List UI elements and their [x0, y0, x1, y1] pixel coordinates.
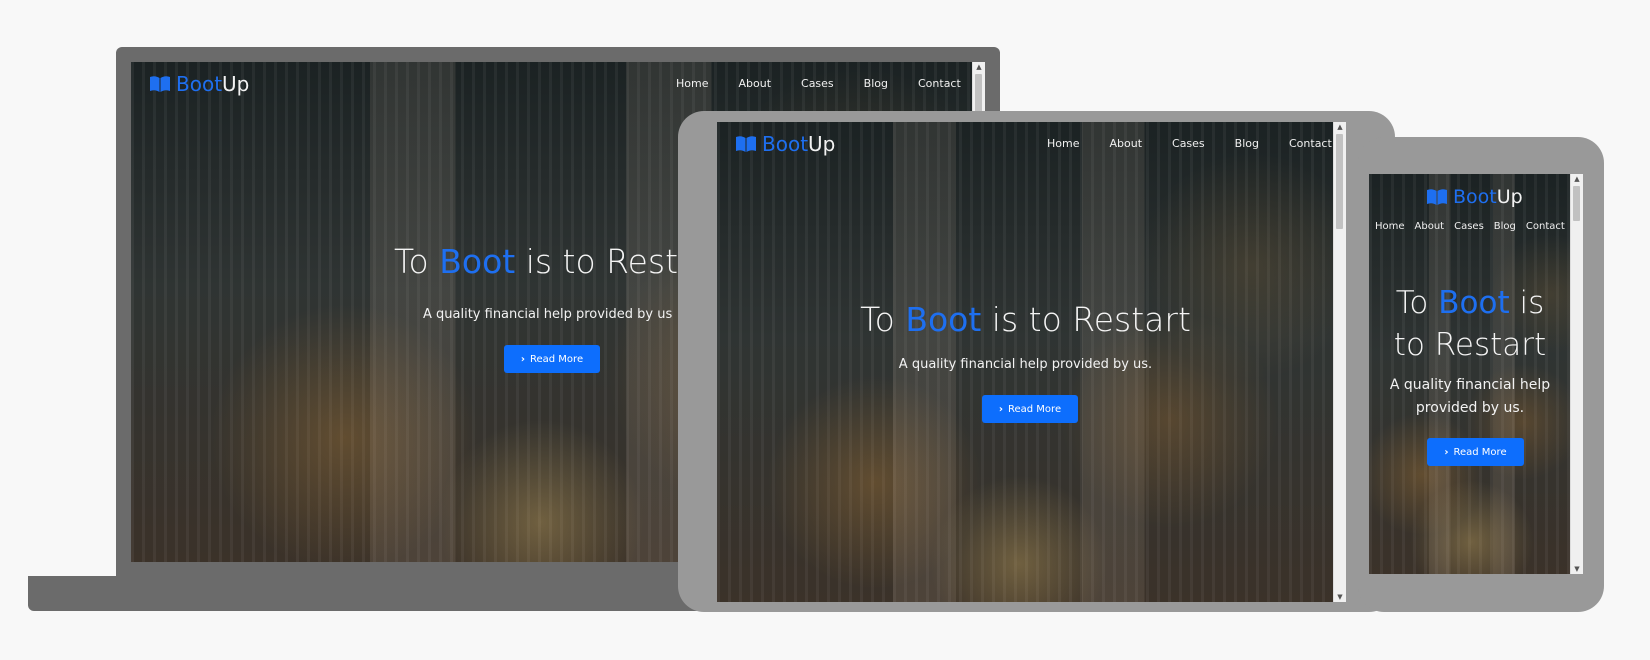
hero-subtitle: A quality financial help provided by us — [423, 307, 673, 322]
nav-about[interactable]: About — [1415, 221, 1445, 232]
hero-title: To Boot is to Resta — [394, 242, 698, 281]
nav-contact[interactable]: Contact — [1526, 221, 1565, 232]
hero-title-prefix: To — [860, 300, 906, 339]
nav-contact[interactable]: Contact — [1289, 137, 1332, 150]
hero-title: To Boot is to Restart — [1369, 282, 1571, 366]
brand-boot-text: Boot — [762, 132, 809, 156]
tablet-screen: BootUp Home About Cases Blog Contact To … — [717, 122, 1346, 602]
scroll-up-icon[interactable]: ▲ — [1571, 174, 1583, 184]
nav-cases[interactable]: Cases — [1172, 137, 1205, 150]
read-more-button[interactable]: › Read More — [1427, 438, 1524, 466]
read-more-label: Read More — [1453, 446, 1507, 458]
hero-subtitle-line-2: provided by us. — [1415, 400, 1525, 416]
main-nav: Home About Cases Blog Contact — [676, 77, 961, 90]
book-icon — [1426, 188, 1448, 206]
brand-up-text: Up — [222, 72, 250, 96]
hero-title-prefix: To — [1395, 285, 1439, 321]
chevron-right-icon: › — [1444, 446, 1449, 458]
scroll-up-icon[interactable]: ▲ — [1334, 122, 1346, 132]
nav-blog[interactable]: Blog — [1235, 137, 1259, 150]
scroll-thumb[interactable] — [1336, 134, 1343, 229]
main-nav: Home About Cases Blog Contact — [1047, 137, 1332, 150]
hero-subtitle: A quality financial help provided by us. — [1369, 374, 1571, 420]
phone-scrollbar[interactable]: ▲ ▼ — [1570, 174, 1583, 574]
brand-up-text: Up — [1496, 186, 1523, 208]
phone-screen: BootUp Home About Cases Blog Contact To … — [1369, 174, 1583, 574]
brand-logo[interactable]: BootUp — [149, 72, 249, 96]
hero-title-accent: Boot — [905, 300, 982, 339]
scroll-up-icon[interactable]: ▲ — [973, 62, 985, 72]
read-more-button[interactable]: › Read More — [504, 345, 600, 373]
book-icon — [149, 75, 171, 93]
laptop-base — [28, 576, 728, 611]
nav-cases[interactable]: Cases — [1454, 221, 1484, 232]
nav-blog[interactable]: Blog — [864, 77, 888, 90]
hero-subtitle: A quality financial help provided by us. — [898, 357, 1153, 372]
hero-title-suffix: is — [1509, 285, 1545, 321]
nav-blog[interactable]: Blog — [1494, 221, 1516, 232]
nav-home[interactable]: Home — [676, 77, 708, 90]
brand-logo[interactable]: BootUp — [735, 132, 835, 156]
hero-title-accent: Boot — [439, 242, 516, 281]
scroll-thumb[interactable] — [1573, 186, 1580, 221]
nav-about[interactable]: About — [738, 77, 771, 90]
brand-up-text: Up — [808, 132, 836, 156]
brand-boot-text: Boot — [1453, 186, 1497, 208]
book-icon — [735, 135, 757, 153]
chevron-right-icon: › — [520, 353, 525, 365]
nav-cases[interactable]: Cases — [801, 77, 834, 90]
hero-title-prefix: To — [394, 242, 440, 281]
read-more-button[interactable]: › Read More — [982, 395, 1078, 423]
chevron-right-icon: › — [998, 403, 1003, 415]
hero-subtitle-line-1: A quality financial help — [1389, 377, 1551, 393]
hero-title-line-1: To Boot is — [1369, 282, 1571, 324]
nav-contact[interactable]: Contact — [918, 77, 961, 90]
hero-title-accent: Boot — [1438, 285, 1510, 321]
brand-logo[interactable]: BootUp — [1426, 186, 1523, 208]
hero-title-suffix: is to Resta — [515, 242, 699, 281]
nav-home[interactable]: Home — [1047, 137, 1079, 150]
read-more-label: Read More — [1008, 403, 1062, 415]
tablet-scrollbar[interactable]: ▲ ▼ — [1333, 122, 1346, 602]
main-nav: Home About Cases Blog Contact — [1375, 221, 1565, 232]
brand-boot-text: Boot — [176, 72, 223, 96]
scroll-down-icon[interactable]: ▼ — [1571, 564, 1583, 574]
hero-title-suffix: is to Restart — [981, 300, 1191, 339]
nav-about[interactable]: About — [1109, 137, 1142, 150]
hero-title-line-2: to Restart — [1393, 327, 1547, 363]
scroll-down-icon[interactable]: ▼ — [1334, 592, 1346, 602]
read-more-label: Read More — [530, 353, 584, 365]
hero-title: To Boot is to Restart — [717, 300, 1334, 339]
nav-home[interactable]: Home — [1375, 221, 1405, 232]
